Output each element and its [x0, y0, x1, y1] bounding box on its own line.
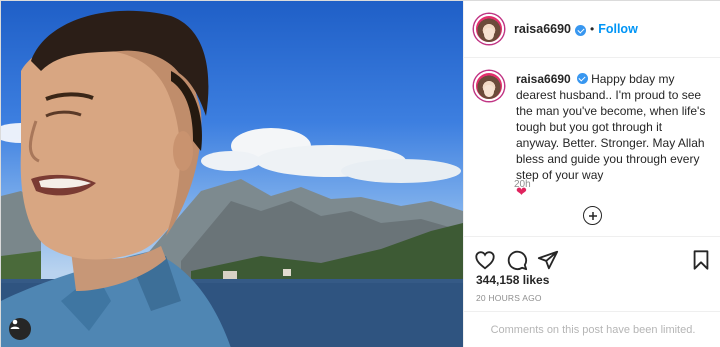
caption-username[interactable]: raisa6690 [516, 72, 571, 86]
caption-text: raisa6690 Happy bday my dearest husband.… [516, 71, 706, 199]
person-icon [10, 319, 20, 329]
bookmark-icon[interactable] [690, 249, 712, 271]
verified-icon [576, 73, 588, 84]
plus-circle-icon [588, 211, 597, 220]
post-timestamp[interactable]: 20 HOURS AGO [476, 293, 542, 303]
likes-count[interactable]: 344,158 likes [476, 273, 549, 287]
caption-timestamp: 20h [514, 179, 531, 190]
load-more-comments-button[interactable] [583, 206, 602, 225]
separator-dot: • [590, 22, 595, 36]
action-bar [464, 236, 720, 278]
post-header: raisa6690 • Follow [464, 1, 720, 58]
comment-icon[interactable] [506, 249, 528, 271]
photo-scene [1, 10, 463, 347]
author-username[interactable]: raisa6690 [514, 22, 571, 36]
share-icon[interactable] [537, 249, 559, 271]
post-side-panel: raisa6690 • Follow raisa6690 Happy bday … [463, 1, 720, 347]
caption-avatar[interactable] [474, 71, 504, 101]
caption-body: Happy bday my dearest husband.. I'm prou… [516, 72, 706, 182]
heart-emoji: ❤ [516, 184, 527, 199]
comments-limited-notice: Comments on this post have been limited. [464, 311, 720, 347]
heart-icon[interactable] [474, 249, 496, 271]
post-photo[interactable] [1, 1, 463, 347]
instagram-post: raisa6690 • Follow raisa6690 Happy bday … [0, 0, 720, 347]
caption: raisa6690 Happy bday my dearest husband.… [474, 71, 714, 199]
follow-button[interactable]: Follow [598, 22, 638, 36]
author-avatar[interactable] [474, 14, 504, 44]
verified-icon [575, 24, 587, 36]
user-tag-icon[interactable] [9, 318, 31, 340]
